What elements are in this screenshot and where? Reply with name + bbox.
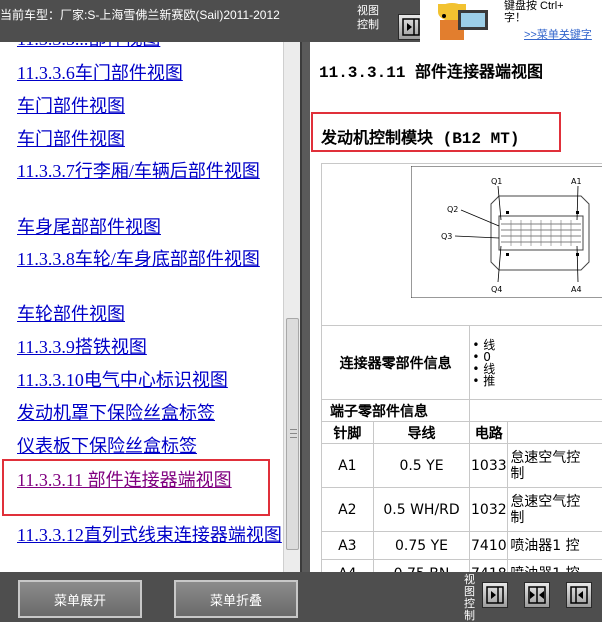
- pin-cell: A1: [321, 443, 374, 488]
- module-title: 发动机控制模块 (B12 MT): [321, 130, 520, 148]
- nav-item[interactable]: 仪表板下保险丝盒标签: [4, 435, 282, 457]
- circuit-cell: 1033: [469, 443, 509, 488]
- a4-label: A4: [571, 285, 582, 294]
- split-view-button[interactable]: [524, 582, 550, 608]
- q1-label: Q1: [491, 177, 502, 186]
- mascot-image: [422, 0, 502, 42]
- wire-cell: 0.75 YE: [372, 531, 471, 560]
- wire-cell: 0.5 YE: [372, 443, 471, 488]
- show-left-panel-button[interactable]: [566, 582, 592, 608]
- circuit-cell: 7418: [469, 559, 509, 572]
- circuit-header: 电路: [469, 421, 509, 444]
- circuit-cell: 1032: [469, 487, 509, 532]
- wire-cell: 0.5 WH/RD: [372, 487, 471, 532]
- content-panel: 11.3.3.11 部件连接器端视图 发动机控制模块 (B12 MT) 连接器零…: [310, 42, 602, 572]
- split-panel-icon: [528, 586, 546, 604]
- a1-label: A1: [571, 177, 582, 186]
- nav-item[interactable]: 11.3.3.10电气中心标识视图: [4, 369, 282, 391]
- terminal-info-label: 端子零部件信息: [320, 399, 471, 422]
- pin-header: 针脚: [321, 421, 374, 444]
- nav-item[interactable]: 11.3.3.6车门部件视图: [4, 62, 282, 84]
- part-info-label: 连接器零部件信息: [320, 325, 471, 400]
- nav-item[interactable]: 11.3.3.9搭铁视图: [4, 336, 282, 358]
- module-title-highlight: 发动机控制模块 (B12 MT): [311, 112, 561, 152]
- function-cell: 怠速空气控制: [507, 443, 602, 488]
- right-panel-icon: [402, 18, 420, 36]
- nav-item[interactable]: 车轮部件视图: [4, 303, 282, 325]
- pin-cell: A3: [321, 531, 374, 560]
- circuit-cell: 7410: [469, 531, 509, 560]
- table-row: A4 0.75 BN 7418 喷油器1 控: [321, 559, 602, 572]
- section-title: 11.3.3.11 部件连接器端视图: [319, 64, 544, 82]
- view-control-label: 视图控制: [357, 5, 379, 31]
- view-control-label: 视图控制: [464, 574, 475, 622]
- promo-text: 键盘按 Ctrl+ 字！: [504, 0, 564, 24]
- nav-item[interactable]: 车门部件视图: [4, 128, 282, 150]
- nav-item[interactable]: 11.3.3.12直列式线束连接器端视图: [4, 524, 282, 546]
- nav-item[interactable]: 11.3.3.8车轮/车身底部部件视图: [4, 248, 282, 270]
- function-cell: 怠速空气控制: [507, 487, 602, 532]
- function-cell: 喷油器1 控: [507, 531, 602, 560]
- menu-keyword-link[interactable]: >>菜单关键字: [524, 26, 592, 42]
- nav-item[interactable]: 11.3.3.7行李厢/车辆后部件视图: [4, 160, 282, 182]
- wire-cell: 0.75 BN: [372, 559, 471, 572]
- table-row: A3 0.75 YE 7410 喷油器1 控: [321, 531, 602, 560]
- part-info-row: 连接器零部件信息 • 线 • 0 • 线 • 推: [320, 325, 602, 400]
- nav-item[interactable]: 车身尾部部件视图: [4, 216, 282, 238]
- q4-label: Q4: [491, 285, 502, 294]
- nav-item[interactable]: 发动机罩下保险丝盒标签: [4, 402, 282, 424]
- car-model-label: 当前车型：厂家:S-上海雪佛兰新赛欧(Sail)2011-2012: [0, 8, 280, 22]
- part-info-bullets: • 线 • 0 • 线 • 推: [469, 325, 602, 400]
- nav-scrollbar[interactable]: [283, 42, 300, 572]
- expand-menu-button[interactable]: 菜单展开: [18, 580, 142, 618]
- table-row: A1 0.5 YE 1033 怠速空气控制: [321, 443, 602, 488]
- collapse-menu-button[interactable]: 菜单折叠: [174, 580, 298, 618]
- function-header: [507, 421, 602, 444]
- table-row: A2 0.5 WH/RD 1032 怠速空气控制: [321, 487, 602, 532]
- navigation-panel: 11.3.3.5...部件视图 11.3.3.6车门部件视图 车门部件视图 车门…: [0, 42, 302, 572]
- bottom-bar: 菜单展开 菜单折叠 视图控制: [0, 572, 602, 622]
- connector-diagram: Q1 A1 Q2 Q3 Q4 A4: [411, 166, 602, 298]
- function-cell: 喷油器1 控: [507, 559, 602, 572]
- q3-label: Q3: [441, 232, 452, 241]
- promo-banner[interactable]: 键盘按 Ctrl+ 字！ >>菜单关键字: [420, 0, 602, 42]
- top-bar: 当前车型：厂家:S-上海雪佛兰新赛欧(Sail)2011-2012 视图控制 键…: [0, 0, 602, 42]
- pin-cell: A4: [321, 559, 374, 572]
- show-right-panel-button[interactable]: [482, 582, 508, 608]
- nav-item[interactable]: 车门部件视图: [4, 95, 282, 117]
- active-item-highlight: [2, 459, 270, 516]
- pin-cell: A2: [321, 487, 374, 532]
- grip-icon: [290, 429, 297, 438]
- right-panel-icon: [486, 586, 504, 604]
- q2-label: Q2: [447, 205, 458, 214]
- wire-header: 导线: [372, 421, 471, 444]
- table-header-row: 针脚 导线 电路: [321, 421, 602, 444]
- terminal-info-row: 端子零部件信息: [320, 399, 602, 422]
- left-panel-icon: [570, 586, 588, 604]
- nav-item[interactable]: 11.3.3.5...部件视图: [4, 42, 282, 50]
- nav-scrollbar-thumb[interactable]: [286, 318, 299, 550]
